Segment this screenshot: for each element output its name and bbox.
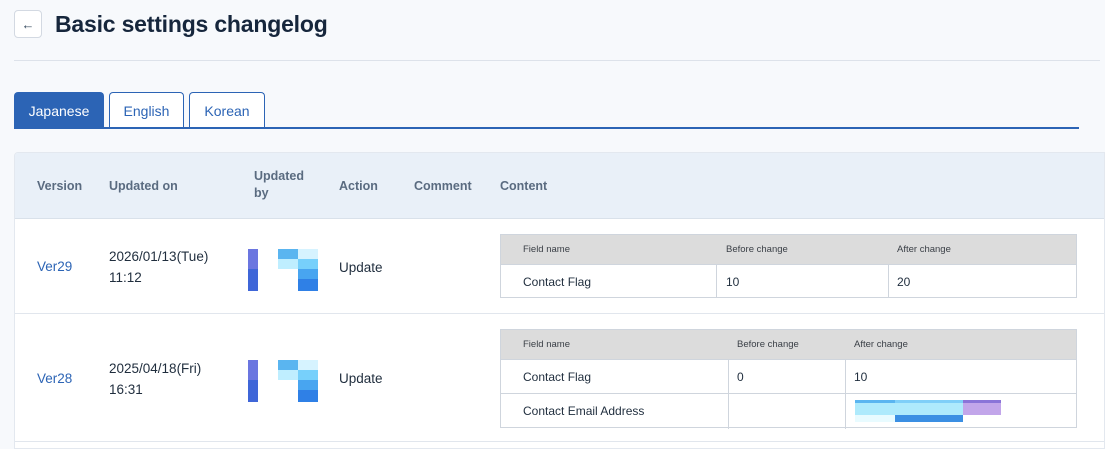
changes-table: Field name Before change After change Co… <box>500 234 1077 298</box>
after-value: 10 <box>854 370 868 384</box>
before-change-header: Before change <box>737 339 799 350</box>
after-value: 20 <box>897 275 911 289</box>
version-link[interactable]: Ver28 <box>37 371 72 386</box>
version-link[interactable]: Ver29 <box>37 259 72 274</box>
updated-date: 2026/01/13(Tue) <box>109 249 209 264</box>
column-header-version: Version <box>37 179 83 193</box>
after-change-header: After change <box>897 244 951 255</box>
updated-time: 11:12 <box>109 270 142 285</box>
changes-table: Field name Before change After change Co… <box>500 329 1077 429</box>
before-value: 10 <box>726 275 740 289</box>
field-name: Contact Flag <box>523 370 592 384</box>
avatar <box>248 249 320 291</box>
change-row: Contact Flag 10 20 <box>501 264 1076 298</box>
tab-korean[interactable]: Korean <box>189 92 265 129</box>
changelog-table: Version Updated on Updated by Action Com… <box>14 152 1105 449</box>
tab-japanese[interactable]: Japanese <box>14 92 104 129</box>
changes-header: Field name Before change After change <box>501 235 1076 264</box>
column-header-action: Action <box>339 179 378 193</box>
action-text: Update <box>339 260 383 275</box>
field-name: Contact Flag <box>523 275 592 289</box>
updated-date: 2025/04/18(Fri) <box>109 361 202 376</box>
change-row: Contact Email Address <box>501 393 1076 428</box>
redacted-email-value <box>855 400 1001 422</box>
field-name: Contact Email Address <box>523 404 645 418</box>
field-name-header: Field name <box>523 244 570 255</box>
column-divider <box>728 359 729 429</box>
column-divider <box>716 264 717 298</box>
action-text: Update <box>339 371 383 386</box>
header-divider <box>14 60 1100 61</box>
changes-header: Field name Before change After change <box>501 330 1076 359</box>
table-row: Ver28 2025/04/18(Fri) 16:31 Update Field… <box>15 314 1104 442</box>
table-header: Version Updated on Updated by Action Com… <box>15 153 1104 219</box>
before-change-header: Before change <box>726 244 788 255</box>
page-title: Basic settings changelog <box>55 10 328 37</box>
page-header: ← Basic settings changelog <box>14 10 328 38</box>
after-change-header: After change <box>854 339 908 350</box>
updated-on: 2025/04/18(Fri) 16:31 <box>109 358 229 400</box>
column-header-comment: Comment <box>414 179 472 193</box>
column-header-updated-on: Updated on <box>109 179 178 193</box>
column-header-updated-by: Updated by <box>254 169 304 200</box>
field-name-header: Field name <box>523 339 570 350</box>
tab-english[interactable]: English <box>109 92 184 129</box>
column-divider <box>888 264 889 298</box>
language-tabs: Japanese English Korean <box>14 92 270 129</box>
tab-underline <box>14 127 1079 129</box>
table-row: Ver29 2026/01/13(Tue) 11:12 Update Field… <box>15 219 1104 314</box>
avatar <box>248 360 320 402</box>
updated-time: 16:31 <box>109 382 143 397</box>
column-divider <box>845 359 846 429</box>
change-row: Contact Flag 0 10 <box>501 359 1076 393</box>
arrow-left-icon: ← <box>21 16 35 32</box>
column-header-content: Content <box>500 179 548 193</box>
before-value: 0 <box>737 370 744 384</box>
back-button[interactable]: ← <box>14 10 42 38</box>
updated-on: 2026/01/13(Tue) 11:12 <box>109 246 229 288</box>
